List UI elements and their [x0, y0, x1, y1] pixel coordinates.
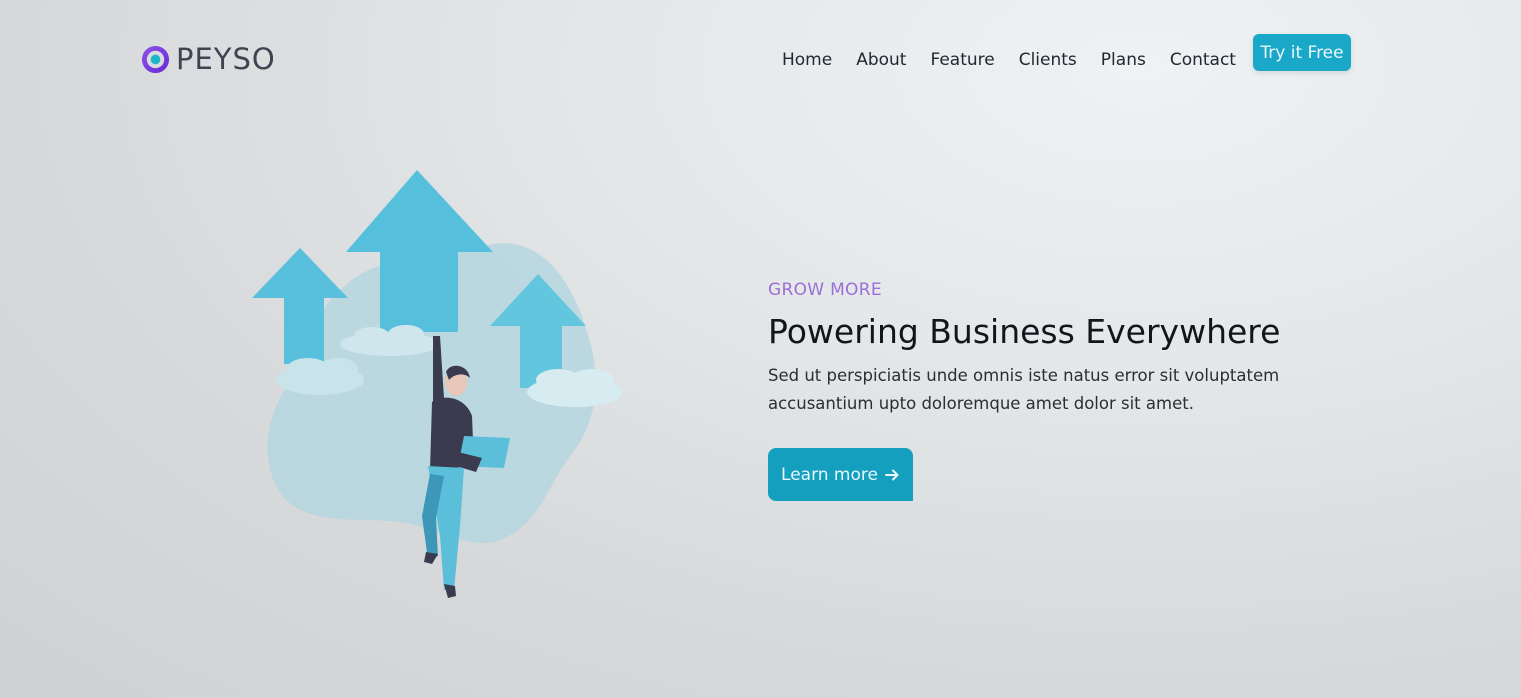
learn-more-label: Learn more: [781, 464, 878, 485]
nav-item-home[interactable]: Home: [782, 48, 832, 72]
nav-item-about[interactable]: About: [856, 48, 906, 72]
hero-eyebrow: GROW MORE: [768, 280, 882, 300]
nav-item-feature[interactable]: Feature: [930, 48, 994, 72]
brand-logo[interactable]: PEYSO: [141, 42, 276, 76]
ring-dot-logo-icon: [141, 45, 170, 73]
arrow-right-icon: [884, 469, 899, 480]
learn-more-button[interactable]: Learn more: [768, 448, 913, 501]
growth-arrows-person-laptop-illustration: [252, 170, 623, 598]
nav-item-contact[interactable]: Contact: [1170, 48, 1236, 72]
nav-item-plans[interactable]: Plans: [1101, 48, 1146, 72]
cloud-right: [527, 369, 623, 407]
hero-description: Sed ut perspiciatis unde omnis iste natu…: [768, 366, 1280, 413]
hero-title: Powering Business Everywhere: [768, 312, 1281, 351]
hero-section: GROW MORE Powering Business Everywhere S…: [768, 278, 1328, 418]
main-nav: Home About Feature Clients Plans Contact: [782, 48, 1236, 72]
landing-page: PEYSO Home About Feature Clients Plans C…: [0, 0, 1521, 698]
try-it-free-button[interactable]: Try it Free: [1253, 34, 1351, 71]
nav-item-clients[interactable]: Clients: [1019, 48, 1077, 72]
brand-name: PEYSO: [176, 42, 276, 76]
